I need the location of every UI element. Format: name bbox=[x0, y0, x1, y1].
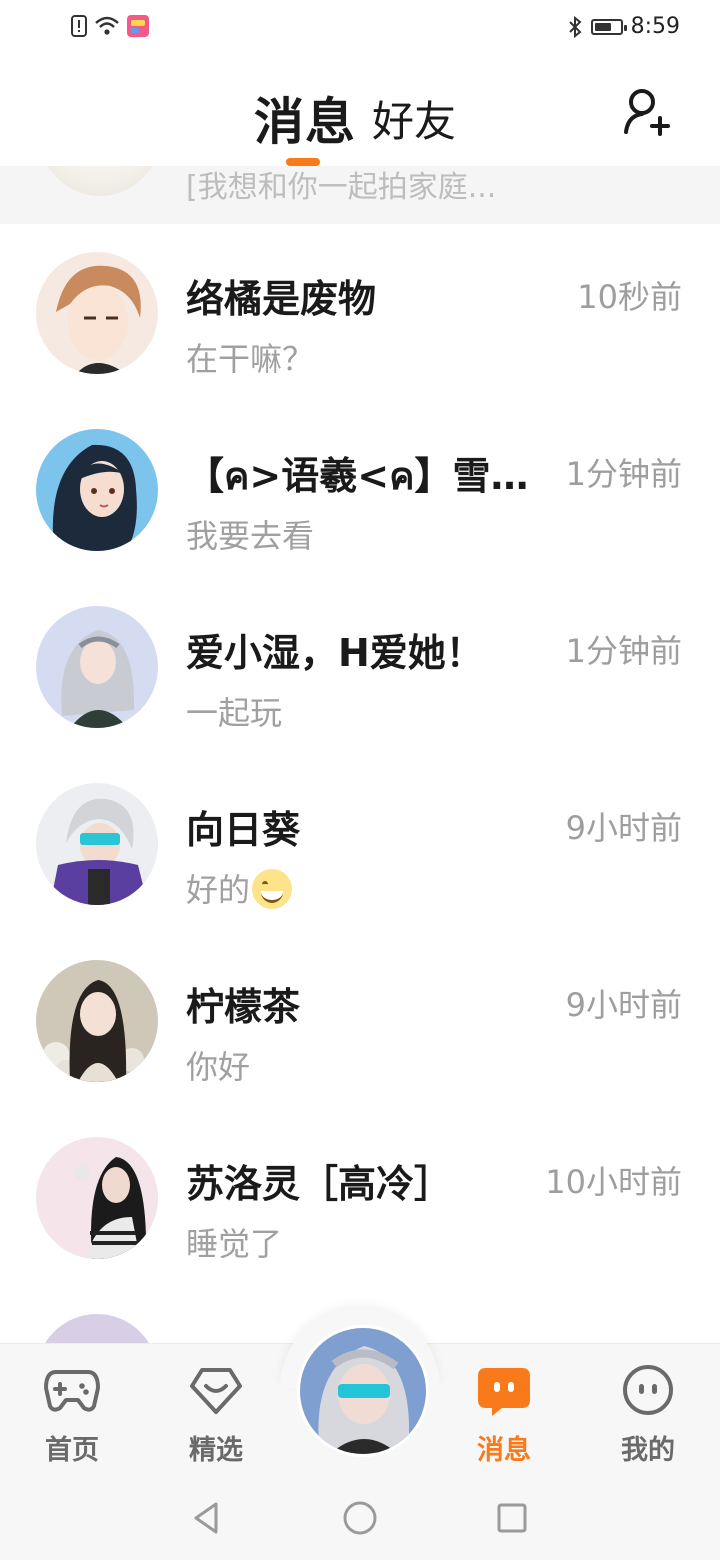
avatar bbox=[36, 960, 158, 1082]
active-tab-indicator bbox=[286, 158, 320, 166]
recents-icon[interactable] bbox=[496, 1500, 528, 1536]
chat-time: 10小时前 bbox=[545, 1163, 682, 1201]
chat-row[interactable]: 向日葵 9小时前 好的 bbox=[0, 755, 720, 932]
gamepad-icon bbox=[44, 1370, 100, 1412]
avatar bbox=[40, 166, 160, 196]
status-left-icons bbox=[70, 14, 150, 38]
chat-preview: 好的 bbox=[186, 865, 293, 911]
nav-label: 首页 bbox=[45, 1435, 99, 1466]
chat-name: 柠檬茶 bbox=[186, 985, 301, 1029]
chat-time: 10秒前 bbox=[577, 278, 682, 316]
avatar bbox=[36, 252, 158, 374]
top-header: 消息 好友 bbox=[0, 56, 720, 166]
avatar bbox=[36, 783, 158, 905]
grinning-face-icon bbox=[252, 869, 293, 909]
bluetooth-icon bbox=[568, 15, 582, 38]
chat-preview: 在干嘛？ bbox=[186, 340, 315, 378]
tab-messages[interactable]: 消息 bbox=[254, 82, 356, 154]
avatar bbox=[36, 1137, 158, 1259]
status-bar: 8:59 bbox=[0, 0, 720, 56]
chat-preview-text: 好的 bbox=[186, 871, 251, 909]
nav-home[interactable]: 首页 bbox=[17, 1362, 127, 1467]
chat-row[interactable]: 柠檬茶 9小时前 你好 bbox=[0, 932, 720, 1109]
chat-row[interactable]: 络橘是废物 10秒前 在干嘛？ bbox=[0, 224, 720, 401]
center-avatar-button[interactable] bbox=[297, 1325, 429, 1457]
chat-preview: 你好 bbox=[186, 1048, 251, 1086]
nav-label: 精选 bbox=[189, 1435, 243, 1466]
tab-friends[interactable]: 好友 bbox=[372, 88, 456, 149]
chat-row[interactable]: 爱小湿，H爱她！ 1分钟前 一起玩 bbox=[0, 578, 720, 755]
chat-preview: 睡觉了 bbox=[186, 1225, 283, 1263]
chat-time: 9小时前 bbox=[565, 986, 682, 1024]
chat-name: 【ค>语羲<ค】雪清... bbox=[186, 454, 566, 498]
chat-preview: 一起玩 bbox=[186, 694, 283, 732]
smiley-face-icon bbox=[623, 1365, 673, 1415]
chat-preview: 我要去看 bbox=[186, 517, 315, 555]
status-time: 8:59 bbox=[630, 14, 680, 39]
chat-name: 向日葵 bbox=[186, 808, 301, 852]
chat-row[interactable]: 苏洛灵［高冷］ 10小时前 睡觉了 bbox=[0, 1109, 720, 1286]
nav-label: 我的 bbox=[621, 1435, 675, 1466]
app-notify-icon bbox=[127, 15, 149, 37]
chat-row[interactable]: 【ค>语羲<ค】雪清... 1分钟前 我要去看 bbox=[0, 401, 720, 578]
chat-name: 苏洛灵［高冷］ bbox=[186, 1162, 453, 1206]
add-friend-icon[interactable] bbox=[620, 84, 676, 140]
battery-icon bbox=[590, 18, 627, 35]
back-icon[interactable] bbox=[190, 1500, 222, 1536]
chat-name: 爱小湿，H爱她！ bbox=[186, 631, 484, 675]
partial-chat-row[interactable]: [我想和你一起拍家庭... bbox=[0, 166, 720, 224]
status-right: 8:59 bbox=[567, 14, 680, 39]
chat-time: 1分钟前 bbox=[565, 632, 682, 670]
nav-me[interactable]: 我的 bbox=[593, 1362, 703, 1467]
system-nav-bar bbox=[0, 1475, 720, 1560]
chat-time: 9小时前 bbox=[565, 809, 682, 847]
chat-preview: [我想和你一起拍家庭... bbox=[186, 170, 497, 205]
battery-level bbox=[594, 22, 612, 31]
avatar bbox=[36, 429, 158, 551]
nav-featured[interactable]: 精选 bbox=[161, 1362, 271, 1467]
avatar bbox=[36, 606, 158, 728]
chat-name: 络橘是废物 bbox=[186, 277, 377, 321]
chat-bubble-icon bbox=[478, 1368, 530, 1416]
chat-list: 络橘是废物 10秒前 在干嘛？ 【ค>语羲<ค】雪清... 1分钟前 我要去看 bbox=[0, 224, 720, 1463]
nav-messages[interactable]: 消息 bbox=[449, 1362, 559, 1467]
nav-label: 消息 bbox=[477, 1435, 531, 1466]
chat-time: 1分钟前 bbox=[565, 455, 682, 493]
alert-icon bbox=[71, 15, 87, 37]
heart-diamond-icon bbox=[190, 1368, 242, 1414]
home-icon[interactable] bbox=[342, 1500, 378, 1536]
wifi-icon bbox=[95, 16, 119, 35]
